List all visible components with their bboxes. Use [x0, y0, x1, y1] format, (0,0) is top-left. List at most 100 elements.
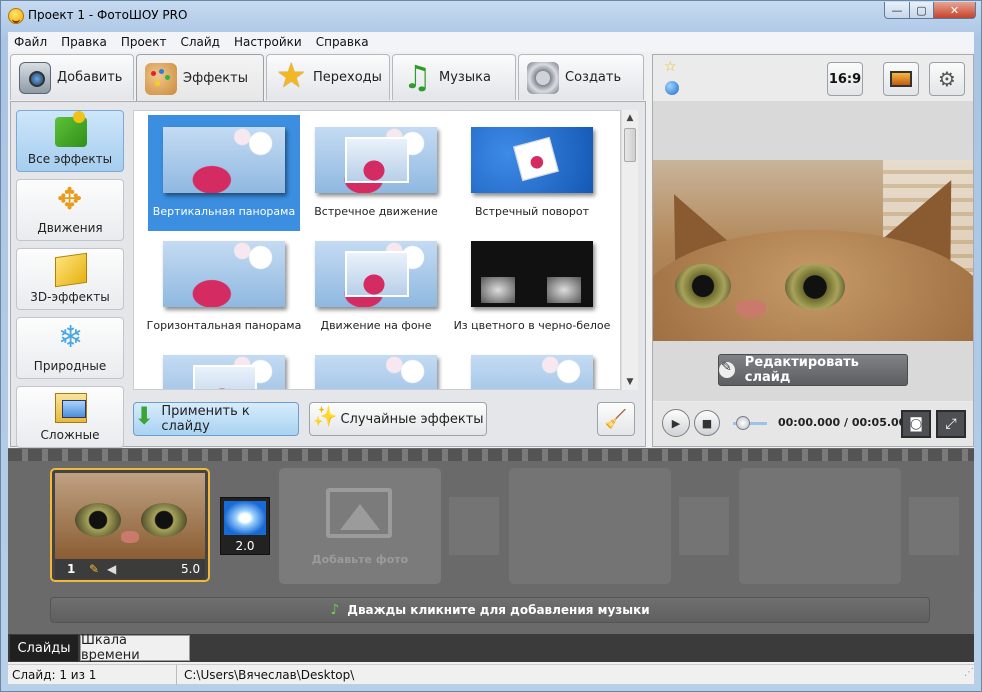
- effect-thumb-vertical-pan[interactable]: Вертикальная панорама: [148, 115, 300, 231]
- effect-thumb-color-to-bw[interactable]: Из цветного в черно-белое: [454, 229, 610, 345]
- empty-transition-slot[interactable]: [909, 497, 959, 555]
- window-title: Проект 1 - ФотоШОУ PRO: [28, 8, 188, 22]
- tab-effects[interactable]: Эффекты: [136, 54, 264, 102]
- gallery-scrollbar[interactable]: ▲ ▼: [621, 110, 638, 390]
- palette-icon: [145, 62, 177, 95]
- maximize-button[interactable]: ▢: [909, 2, 934, 19]
- menu-project[interactable]: Проект: [121, 35, 167, 49]
- category-nature[interactable]: Природные: [16, 317, 124, 379]
- category-label: Природные: [33, 359, 107, 373]
- film-reel-icon: [527, 61, 559, 94]
- slide-preview-image: [653, 160, 973, 341]
- music-hint: Дважды кликните для добавления музыки: [347, 603, 650, 617]
- fullscreen-button[interactable]: ⤢: [936, 410, 966, 438]
- menu-help[interactable]: Справка: [316, 35, 369, 49]
- slide-thumbnail[interactable]: 1 ✎ ◀ 5.0: [50, 468, 210, 582]
- effect-preview-image: [315, 241, 437, 307]
- effect-preview-image: [315, 355, 437, 389]
- film-perforation: [8, 449, 974, 461]
- menu-file[interactable]: Файл: [14, 35, 47, 49]
- effect-thumb-partial[interactable]: [300, 343, 452, 389]
- tab-transitions[interactable]: Переходы: [266, 54, 390, 100]
- pencil-icon: [719, 360, 735, 378]
- menu-settings[interactable]: Настройки: [234, 35, 302, 49]
- scroll-down-icon[interactable]: ▼: [622, 374, 638, 390]
- puzzle-icon: [55, 111, 87, 147]
- empty-transition-slot[interactable]: [679, 497, 729, 555]
- music-track[interactable]: ♪ Дважды кликните для добавления музыки: [50, 597, 930, 623]
- app-logo-icon: [8, 8, 24, 24]
- effect-thumb-background-motion[interactable]: Движение на фоне: [300, 229, 452, 345]
- settings-button[interactable]: ⚙: [929, 62, 965, 96]
- camera-icon: [19, 61, 51, 94]
- star-icon: [275, 56, 307, 96]
- menu-edit[interactable]: Правка: [61, 35, 107, 49]
- effect-thumb-counter-rotation[interactable]: Встречный поворот: [456, 115, 608, 231]
- edit-pencil-icon[interactable]: ✎: [89, 562, 99, 576]
- title-bar: Проект 1 - ФотоШОУ PRO — ▢ ✕: [0, 0, 982, 32]
- empty-slide-slot[interactable]: [509, 468, 671, 584]
- aspect-ratio-button[interactable]: 16:9: [827, 62, 863, 96]
- background-button[interactable]: [883, 62, 919, 96]
- category-motion[interactable]: Движения: [16, 179, 124, 241]
- effect-preview-image: [471, 127, 593, 193]
- close-button[interactable]: ✕: [933, 2, 976, 19]
- tab-effects-label: Эффекты: [183, 71, 248, 86]
- stop-button[interactable]: ■: [694, 410, 720, 436]
- effect-label: Встречное движение: [314, 205, 438, 218]
- arrow-down-icon: [134, 402, 155, 430]
- effect-preview-image: [163, 127, 285, 193]
- empty-transition-slot[interactable]: [449, 497, 499, 555]
- add-photo-slot[interactable]: Добавьте фото: [279, 468, 441, 584]
- tab-create[interactable]: Создать: [518, 54, 644, 100]
- category-complex[interactable]: Сложные: [16, 386, 124, 448]
- status-slide-count: Слайд: 1 из 1: [12, 668, 97, 682]
- menu-slide[interactable]: Слайд: [180, 35, 220, 49]
- random-effects-button[interactable]: Случайные эффекты: [309, 402, 487, 436]
- stacked-photos-icon: [55, 393, 87, 423]
- category-label: Сложные: [40, 428, 100, 442]
- apply-to-slide-button[interactable]: Применить к слайду: [133, 402, 299, 436]
- broom-icon: [605, 409, 627, 430]
- scroll-up-icon[interactable]: ▲: [622, 110, 638, 126]
- transition-preview: [224, 501, 266, 535]
- effects-gallery: Вертикальная панорама Встречное движение…: [133, 110, 621, 390]
- tab-music-label: Музыка: [439, 70, 491, 85]
- favorite-star-icon[interactable]: ☆: [664, 59, 677, 75]
- tab-add[interactable]: Добавить: [10, 54, 134, 100]
- speaker-icon[interactable]: ◀: [107, 562, 116, 576]
- effect-categories: Все эффекты Движения 3D-эффекты Природны…: [16, 110, 126, 448]
- tab-create-label: Создать: [565, 70, 622, 85]
- effect-thumb-counter-motion[interactable]: Встречное движение: [300, 115, 452, 231]
- move-arrows-icon: [55, 182, 87, 217]
- status-divider: [176, 665, 177, 685]
- clear-effects-button[interactable]: [597, 402, 635, 436]
- empty-slide-slot[interactable]: [739, 468, 901, 584]
- effect-thumb-partial[interactable]: [148, 343, 300, 389]
- transition-thumbnail[interactable]: 2.0: [220, 497, 270, 555]
- category-3d-effects[interactable]: 3D-эффекты: [16, 248, 124, 310]
- cat-nose: [736, 300, 766, 318]
- slide-duration: 5.0: [181, 562, 201, 576]
- edit-slide-button[interactable]: Редактировать слайд: [718, 354, 908, 386]
- scrollbar-thumb[interactable]: [624, 128, 636, 162]
- apply-label: Применить к слайду: [161, 404, 250, 434]
- effect-thumb-horizontal-pan[interactable]: Горизонтальная панорама: [147, 229, 301, 345]
- tab-music[interactable]: Музыка: [392, 54, 516, 100]
- minimize-button[interactable]: —: [884, 2, 910, 19]
- effect-thumb-partial[interactable]: [456, 343, 608, 389]
- globe-icon[interactable]: [665, 81, 679, 95]
- gear-icon: ⚙: [938, 67, 956, 91]
- tab-timeline[interactable]: Шкала времени: [80, 633, 190, 663]
- playback-time: 00:00.000 / 00:05.000: [778, 416, 914, 429]
- play-button[interactable]: ▶: [662, 409, 690, 437]
- cat-eye-right: [785, 264, 845, 310]
- status-path: C:\Users\Вячеслав\Desktop\: [184, 668, 355, 682]
- main-tabs: Добавить Эффекты Переходы Музыка Создать: [10, 54, 644, 102]
- category-all-effects[interactable]: Все эффекты: [16, 110, 124, 172]
- tab-slides[interactable]: Слайды: [10, 635, 78, 661]
- image-placeholder-icon: [326, 488, 392, 538]
- snapshot-button[interactable]: ◙: [901, 410, 931, 438]
- resize-grip-icon[interactable]: ⋰: [964, 667, 974, 678]
- category-label: Все эффекты: [27, 152, 113, 166]
